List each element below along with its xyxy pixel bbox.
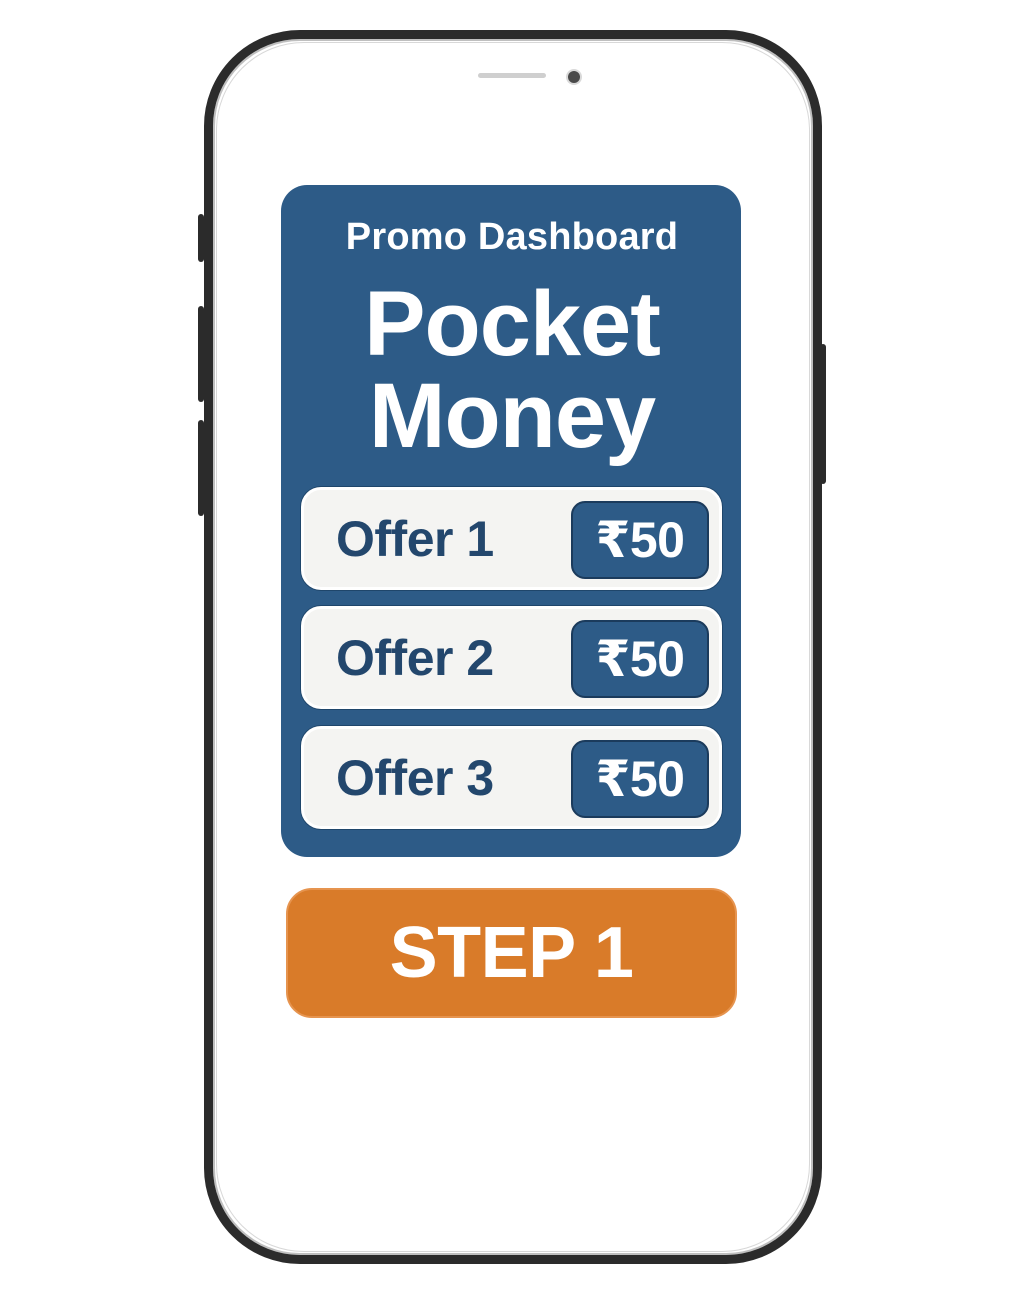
- offer-row-3[interactable]: Offer 3 ₹50: [301, 726, 722, 829]
- page-title: Promo Dashboard: [345, 216, 679, 258]
- offer-amount-badge[interactable]: ₹50: [571, 620, 709, 698]
- offer-label: Offer 3: [336, 749, 494, 806]
- offer-label: Offer 1: [336, 510, 494, 567]
- offer-label: Offer 2: [336, 629, 494, 686]
- step-1-button[interactable]: STEP 1: [286, 888, 737, 1018]
- offer-amount-badge[interactable]: ₹50: [571, 740, 709, 818]
- offer-row-1[interactable]: Offer 1 ₹50: [301, 487, 722, 590]
- front-camera-icon: [568, 71, 580, 83]
- speaker-grille-icon: [478, 73, 546, 78]
- offer-amount-badge[interactable]: ₹50: [571, 501, 709, 579]
- stage: Promo Dashboard Pocket Money Offer 1 ₹50…: [0, 0, 1024, 1290]
- offer-row-2[interactable]: Offer 2 ₹50: [301, 606, 722, 709]
- headline-line-2: Money: [368, 365, 656, 467]
- headline-line-1: Pocket: [364, 273, 661, 375]
